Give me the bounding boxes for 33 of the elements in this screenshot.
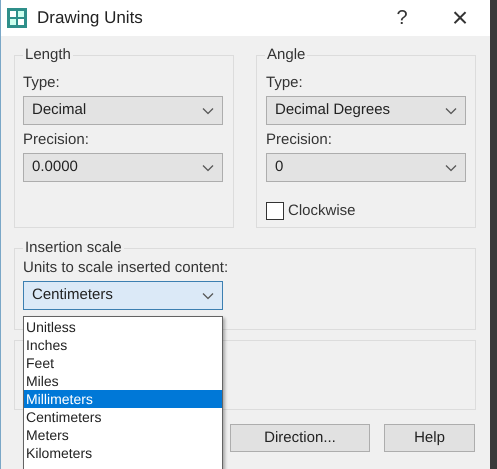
group-title: Length: [23, 46, 73, 64]
angle-type-dropdown[interactable]: Decimal Degrees: [266, 96, 466, 125]
close-button[interactable]: ×: [440, 3, 480, 33]
direction-button[interactable]: Direction...: [230, 424, 370, 452]
dropdown-option[interactable]: Kilometers: [24, 444, 222, 462]
chevron-down-icon: [202, 106, 214, 114]
angle-precision-dropdown[interactable]: 0: [266, 153, 466, 182]
help-button[interactable]: ?: [382, 3, 422, 33]
insertion-units-dropdown[interactable]: Centimeters: [23, 281, 223, 310]
dropdown-option[interactable]: Centimeters: [24, 408, 222, 426]
length-type-dropdown[interactable]: Decimal: [23, 96, 223, 125]
dropdown-option[interactable]: Meters: [24, 426, 222, 444]
dropdown-option[interactable]: Millimeters: [24, 390, 222, 408]
chevron-down-icon: [202, 164, 214, 172]
units-label: Units to scale inserted content:: [23, 259, 230, 277]
clockwise-checkbox[interactable]: [266, 202, 284, 220]
chevron-down-icon: [202, 292, 214, 300]
dropdown-option[interactable]: Unitless: [24, 318, 222, 336]
clockwise-label: Clockwise: [288, 201, 356, 221]
group-title: Angle: [265, 46, 308, 64]
length-precision-dropdown[interactable]: 0.0000: [23, 153, 223, 182]
dropdown-option[interactable]: Feet: [24, 354, 222, 372]
chevron-down-icon: [445, 164, 457, 172]
chevron-down-icon: [445, 106, 457, 114]
dropdown-option[interactable]: Miles: [24, 372, 222, 390]
precision-label: Precision:: [266, 131, 333, 149]
precision-label: Precision:: [23, 131, 90, 149]
app-icon: [7, 8, 27, 28]
type-label: Type:: [23, 74, 61, 92]
window-title: Drawing Units: [37, 7, 144, 30]
type-label: Type:: [266, 74, 304, 92]
dropdown-option[interactable]: Inches: [24, 336, 222, 354]
help-button[interactable]: Help: [384, 424, 475, 452]
